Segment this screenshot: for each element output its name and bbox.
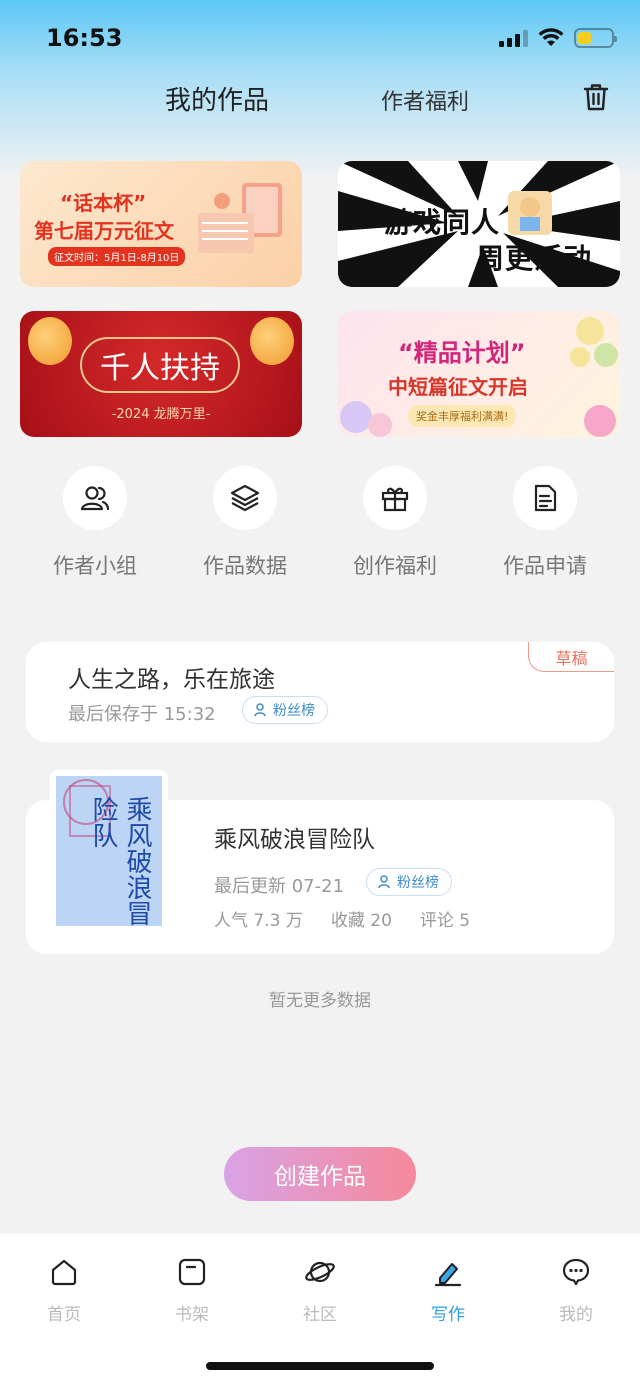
flowers-illustration-icon [570,317,618,437]
trash-icon[interactable] [582,82,610,112]
banner-essay-contest[interactable]: “话本杯” 第七届万元征文 征文时间：5月1日-8月10日 [20,161,302,287]
tab-write[interactable]: 写作 [384,1256,512,1325]
tab-label: 我的 [559,1305,593,1325]
draft-card[interactable]: 草稿 人生之路，乐在旅途 最后保存于 15:32 粉丝榜 [26,642,614,742]
tab-label: 社区 [303,1305,337,1325]
quick-action-label: 作品数据 [203,554,287,578]
document-icon [534,484,557,512]
tab-my-works[interactable]: 我的作品 [165,80,269,117]
tab-label: 首页 [47,1305,81,1325]
quick-action-author-group[interactable]: 作者小组 [20,466,170,580]
tab-community[interactable]: 社区 [256,1256,384,1325]
tab-mine[interactable]: 我的 [512,1256,640,1325]
cellular-signal-icon [499,29,528,47]
banner-support-title: 千人扶持 [80,337,240,393]
status-time: 16:53 [46,24,123,52]
tab-label: 书架 [175,1305,209,1325]
home-indicator[interactable] [206,1362,434,1370]
quick-action-work-data[interactable]: 作品数据 [170,466,320,580]
fans-rank-label: 粉丝榜 [273,703,315,719]
home-icon [51,1259,77,1286]
quick-actions: 作者小组 作品数据 创作福利 作品申请 [20,466,620,586]
wifi-icon [538,28,564,46]
banner-quality-title: “精品计划” [398,339,526,367]
quick-action-work-apply[interactable]: 作品申请 [470,466,620,580]
lantern-icon [28,317,72,365]
banner-support-subtitle: -2024 龙腾万里- [111,407,211,422]
user-icon [378,875,390,889]
draft-saved-time: 最后保存于 15:32 [68,704,216,725]
create-work-button[interactable]: 创建作品 [224,1147,416,1201]
work-stats: 人气 7.3 万 收藏 20 评论 5 [214,906,470,931]
quick-action-label: 创作福利 [353,554,437,578]
status-icons [499,28,617,48]
banner-quality-tag: 奖金丰厚福利满满! [408,405,517,427]
fans-rank-label: 粉丝榜 [397,875,439,891]
planet-icon [305,1261,335,1283]
work-cover-title: 乘风破浪冒险队 [88,796,152,926]
tab-home[interactable]: 首页 [0,1256,128,1325]
banner-quality-subtitle: 中短篇征文开启 [388,375,528,399]
gift-icon [381,487,409,512]
work-title: 乘风破浪冒险队 [214,827,375,853]
work-favorites: 收藏 20 [330,911,392,931]
lantern-icon [250,317,294,365]
battery-icon [574,28,617,48]
tab-bookshelf[interactable]: 书架 [128,1256,256,1325]
banner-quality-plan[interactable]: “精品计划” 中短篇征文开启 奖金丰厚福利满满! [338,311,620,437]
banner-game-fanfic[interactable]: 游戏同人 周更活动 [338,161,620,287]
books-illustration-icon [198,183,282,253]
banner-game-fanfic-line1: 游戏同人 [384,206,501,239]
chat-icon [562,1258,590,1286]
quick-action-label: 作者小组 [53,554,137,578]
bookshelf-icon [178,1258,206,1286]
no-more-data: 暂无更多数据 [269,991,371,1011]
draft-title: 人生之路，乐在旅途 [68,667,275,693]
quick-action-label: 作品申请 [503,554,587,578]
work-fans-rank-button[interactable]: 粉丝榜 [366,868,452,896]
work-cover-image: 乘风破浪冒险队 [56,776,162,926]
draft-fans-rank-button[interactable]: 粉丝榜 [242,696,328,724]
banner-essay-subtitle: 第七届万元征文 [34,219,174,243]
banner-game-fanfic-line2: 周更活动 [476,242,593,275]
banner-essay-title: “话本杯” [60,191,147,215]
status-bar: 16:53 [0,0,640,70]
banner-support-program[interactable]: 千人扶持 -2024 龙腾万里- [20,311,302,437]
tab-label: 写作 [431,1305,465,1325]
layers-icon [230,484,260,512]
work-popularity: 人气 7.3 万 [214,911,303,931]
users-icon [80,486,110,511]
quick-action-creation-welfare[interactable]: 创作福利 [320,466,470,580]
draft-badge: 草稿 [528,642,614,672]
tab-author-welfare[interactable]: 作者福利 [381,84,469,116]
work-updated-time: 最后更新 07-21 [214,876,345,897]
work-comments: 评论 5 [419,911,471,931]
work-cover[interactable]: 乘风破浪冒险队 [50,770,168,932]
user-icon [254,703,266,717]
banner-essay-date: 征文时间：5月1日-8月10日 [48,247,186,266]
pen-icon [434,1263,462,1287]
header-tabs: 我的作品 作者福利 [0,80,640,120]
